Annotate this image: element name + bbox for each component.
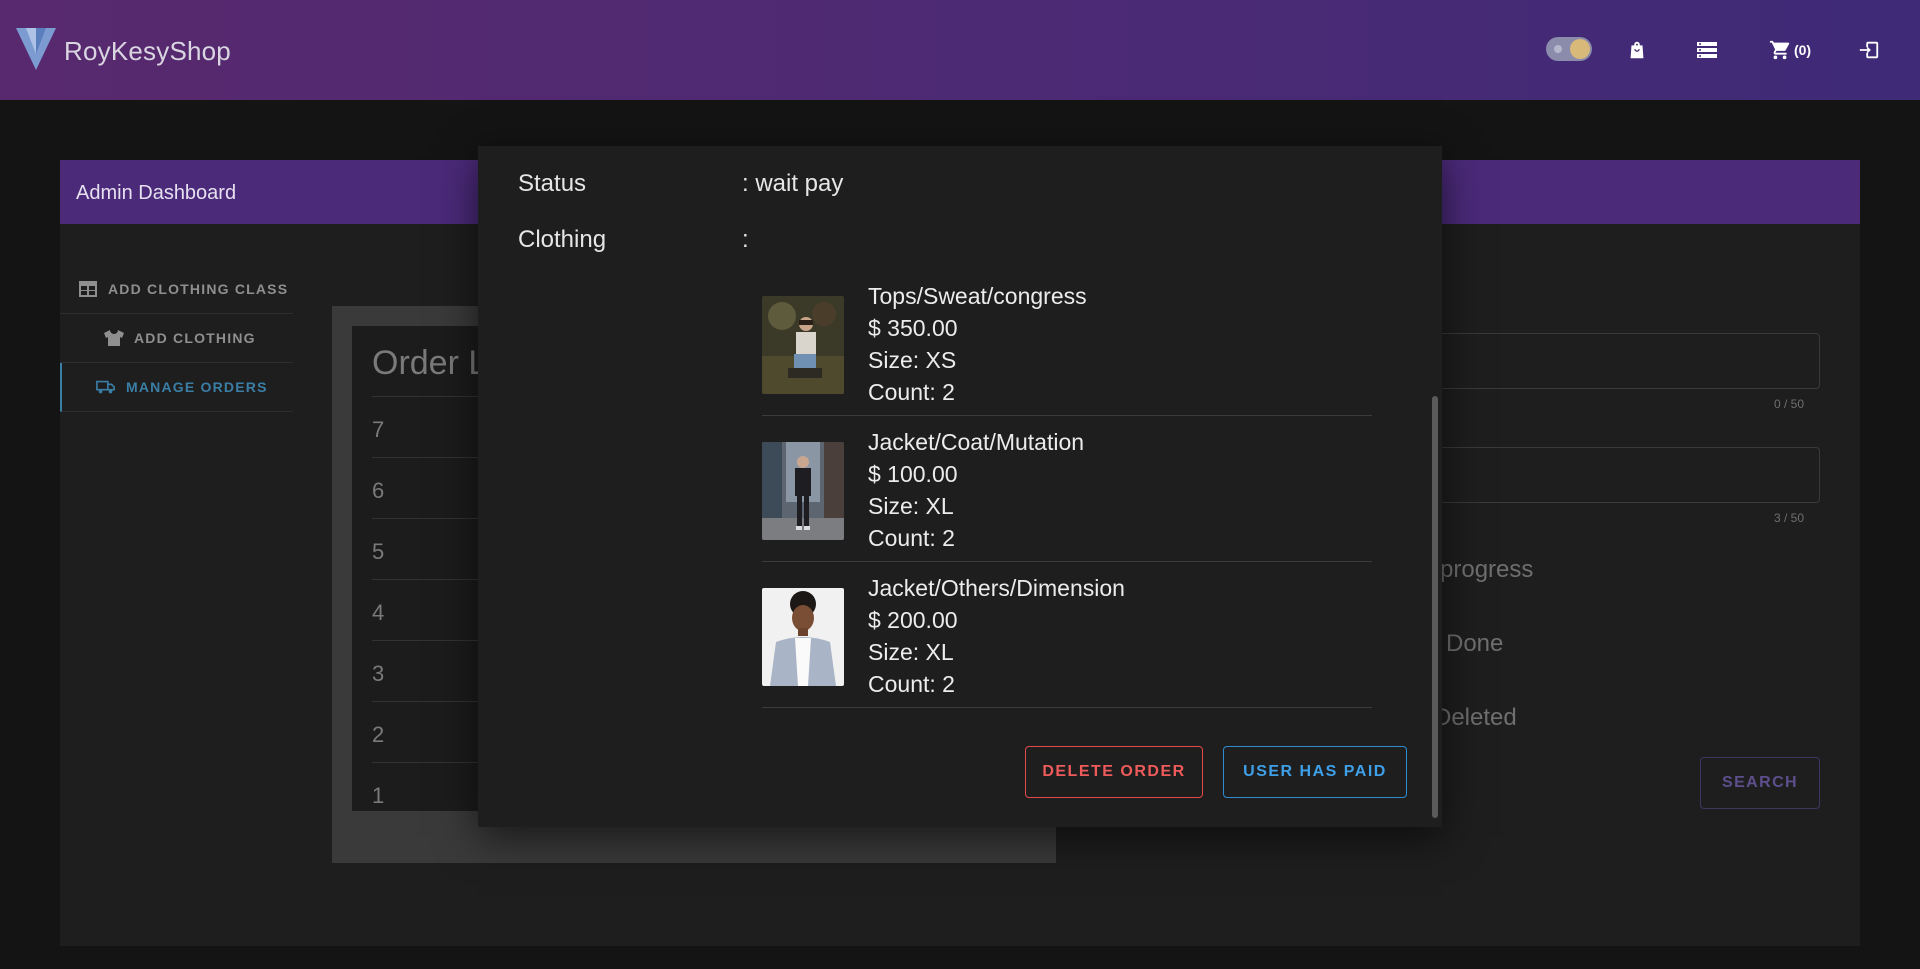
order-item: Jacket/Coat/Mutation $ 100.00 Size: XL C… <box>762 416 1372 562</box>
item-count: Count: 2 <box>868 525 955 551</box>
order-item: Tops/Sweat/congress $ 350.00 Size: XS Co… <box>762 270 1372 416</box>
item-name: Jacket/Coat/Mutation <box>868 429 1085 455</box>
item-count: Count: 2 <box>868 671 955 697</box>
table-icon <box>78 281 98 297</box>
logout-icon <box>1859 41 1879 59</box>
filter-field-1[interactable] <box>1390 333 1820 389</box>
item-count: Count: 2 <box>868 379 955 405</box>
toggle-track-dot <box>1554 45 1562 53</box>
product-thumbnail[interactable] <box>762 588 844 686</box>
dashboard-title: Admin Dashboard <box>76 182 237 204</box>
item-size: Size: XL <box>868 493 954 519</box>
logout-button[interactable] <box>1854 30 1884 70</box>
clothing-value: : <box>742 226 749 253</box>
dialog-scrollbar[interactable] <box>1432 396 1438 818</box>
status-option-deleted[interactable]: Deleted <box>1434 704 1517 732</box>
sidebar-item-add-clothing[interactable]: ADD CLOTHING <box>60 314 293 363</box>
cart-count: (0) <box>1793 42 1812 58</box>
order-item: Jacket/Others/Dimension $ 200.00 Size: X… <box>762 562 1372 708</box>
field-counter: 3 / 50 <box>1774 511 1805 525</box>
status-label: Status <box>518 170 587 197</box>
brand-name[interactable]: RoyKesyShop <box>64 36 231 67</box>
user-has-paid-button[interactable]: USER HAS PAID <box>1223 746 1407 798</box>
status-row: Status : wait pay <box>518 170 843 198</box>
filter-field-2[interactable] <box>1390 447 1820 503</box>
delete-order-button[interactable]: DELETE ORDER <box>1025 746 1203 798</box>
storage-icon <box>1697 42 1717 58</box>
tshirt-icon <box>104 330 124 346</box>
app-bar: RoyKesyShop (0) <box>0 0 1920 100</box>
theme-toggle[interactable] <box>1546 37 1592 61</box>
product-thumbnail[interactable] <box>762 296 844 394</box>
sidebar-item-manage-orders[interactable]: MANAGE ORDERS <box>60 363 293 412</box>
truck-icon <box>96 379 116 395</box>
sidebar-item-label: MANAGE ORDERS <box>126 379 268 395</box>
admin-sidebar: ADD CLOTHING CLASS ADD CLOTHING MANAGE O… <box>60 265 293 412</box>
item-name: Tops/Sweat/congress <box>868 283 1087 309</box>
item-name: Jacket/Others/Dimension <box>868 575 1125 601</box>
toggle-knob <box>1570 39 1590 59</box>
status-option-done[interactable]: Done <box>1446 630 1503 658</box>
item-info: Tops/Sweat/congress $ 350.00 Size: XS Co… <box>868 280 1087 408</box>
item-size: Size: XS <box>868 347 957 373</box>
order-detail-dialog: Status : wait pay Clothing: Tops/Sweat/co… <box>478 146 1442 827</box>
order-list-title: Order L <box>372 344 488 382</box>
item-size: Size: XL <box>868 639 954 665</box>
orders-button[interactable] <box>1692 30 1722 70</box>
sidebar-item-add-clothing-class[interactable]: ADD CLOTHING CLASS <box>60 265 293 314</box>
sidebar-item-label: ADD CLOTHING CLASS <box>108 281 289 297</box>
item-price: $ 350.00 <box>868 315 958 341</box>
item-info: Jacket/Coat/Mutation $ 100.00 Size: XL C… <box>868 426 1084 554</box>
shop-button[interactable] <box>1622 30 1652 70</box>
item-price: $ 200.00 <box>868 607 958 633</box>
status-value: : wait pay <box>742 170 844 197</box>
vuetify-logo-icon[interactable] <box>16 24 56 72</box>
item-info: Jacket/Others/Dimension $ 200.00 Size: X… <box>868 572 1125 700</box>
cart-button[interactable]: (0) <box>1762 30 1818 70</box>
cart-icon <box>1769 40 1790 60</box>
status-option-progress[interactable]: progress <box>1440 556 1533 584</box>
sidebar-item-label: ADD CLOTHING <box>134 330 256 346</box>
clothing-label: Clothing <box>518 226 607 253</box>
item-price: $ 100.00 <box>868 461 958 487</box>
search-button[interactable]: SEARCH <box>1700 757 1820 809</box>
clothing-row: Clothing: <box>518 226 749 254</box>
product-thumbnail[interactable] <box>762 442 844 540</box>
field-counter: 0 / 50 <box>1774 397 1805 411</box>
shopping-bag-icon <box>1630 41 1644 59</box>
